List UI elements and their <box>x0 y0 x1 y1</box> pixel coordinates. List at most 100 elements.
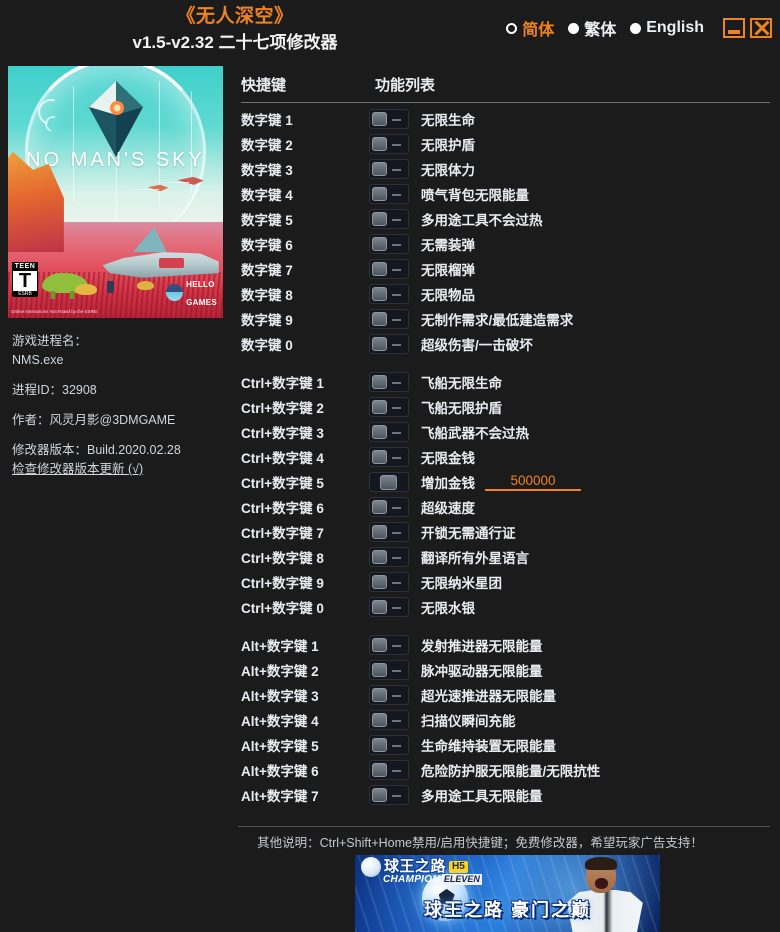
toggle-knob-icon <box>372 424 387 439</box>
ad-logo-ball-icon <box>361 857 381 877</box>
cheat-toggle[interactable] <box>369 233 409 254</box>
radio-icon-english[interactable] <box>630 22 642 34</box>
hotkey-label: Alt+数字键 4 <box>241 713 319 729</box>
cheat-value-input[interactable] <box>485 472 581 491</box>
cheat-row: 数字键 9 无制作需求/最低建造需求 <box>241 306 770 331</box>
language-option-english[interactable]: English <box>630 19 704 37</box>
cheat-toggle[interactable] <box>369 283 409 304</box>
toggle-dash-icon <box>392 381 401 384</box>
process-id: 进程ID：32908 <box>12 383 97 397</box>
diamond-glyph <box>88 81 143 158</box>
cheat-toggle[interactable] <box>369 158 409 179</box>
cheat-toggle[interactable] <box>369 371 409 392</box>
minimize-icon[interactable] <box>723 18 745 38</box>
footer-note: 其他说明：Ctrl+Shift+Home禁用/启用快捷键；免费修改器，希望玩家广… <box>257 836 703 850</box>
cheat-toggle[interactable] <box>369 784 409 805</box>
toggle-dash-icon <box>392 556 401 559</box>
cheat-label: 无限金钱 <box>421 450 475 466</box>
hotkey-label: Ctrl+数字键 9 <box>241 575 324 591</box>
toggle-knob-icon <box>372 637 387 652</box>
trainer-version: 修改器版本：Build.2020.02.28 <box>12 443 181 457</box>
cheat-toggle[interactable] <box>369 258 409 279</box>
toggle-dash-icon <box>392 268 401 271</box>
toggle-dash-icon <box>392 456 401 459</box>
toggle-dash-icon <box>392 243 401 246</box>
hotkey-label: 数字键 4 <box>241 187 293 203</box>
check-update-link[interactable]: 检查修改器版本更新 (√) <box>12 460 235 479</box>
ad-subtitle-champion: CHAMPION <box>383 874 440 885</box>
language-option-simplified[interactable]: 简体 <box>506 16 554 40</box>
hotkey-label: 数字键 8 <box>241 287 293 303</box>
hotkey-label: 数字键 2 <box>241 137 293 153</box>
ad-subtitle: CHAMPION ELEVEN <box>383 874 482 885</box>
process-name-label: 游戏进程名： <box>12 334 88 348</box>
cheat-toggle[interactable] <box>369 684 409 705</box>
row-group-spacer <box>241 619 770 632</box>
toggle-knob-icon <box>372 161 387 176</box>
cheat-toggle[interactable] <box>369 308 409 329</box>
toggle-knob-icon <box>372 737 387 752</box>
cheat-label: 增加金钱 <box>421 475 475 491</box>
cover-streak-2 <box>130 189 159 191</box>
cheat-toggle[interactable] <box>369 596 409 617</box>
ad-logo-h5-badge: H5 <box>449 861 468 873</box>
hotkey-label: 数字键 1 <box>241 112 293 128</box>
author-line: 作者：风灵月影@3DMGAME <box>12 413 176 427</box>
cheat-label: 喷气背包无限能量 <box>421 187 529 203</box>
cheat-label: 生命维持装置无限能量 <box>421 738 556 754</box>
cheat-label: 飞船武器不会过热 <box>421 425 529 441</box>
toggle-dash-icon <box>392 769 401 772</box>
cheat-toggle[interactable] <box>369 183 409 204</box>
toggle-knob-icon <box>372 399 387 414</box>
column-header-hotkey: 快捷键 <box>241 77 287 94</box>
cheat-toggle[interactable] <box>369 421 409 442</box>
cheat-toggle[interactable] <box>369 634 409 655</box>
toggle-dash-icon <box>392 406 401 409</box>
cheat-toggle[interactable] <box>369 446 409 467</box>
cheat-toggle[interactable] <box>369 709 409 730</box>
cheat-toggle[interactable] <box>369 333 409 354</box>
toggle-dash-icon <box>392 431 401 434</box>
cheat-toggle[interactable] <box>369 759 409 780</box>
cheat-rows: 数字键 1 无限生命 数字键 2 无限护盾 数字键 3 无限体力 数字键 4 喷气背包无限能量… <box>241 103 770 807</box>
info-gap-1 <box>12 370 235 381</box>
toggle-dash-icon <box>392 506 401 509</box>
advertisement-banner[interactable]: 球王之路 H5 CHAMPION ELEVEN 球王之路 豪门之巅 <box>355 855 660 932</box>
hello-games-orb-icon <box>166 283 184 301</box>
cheat-row: Ctrl+数字键 1 飞船无限生命 <box>241 369 770 394</box>
cheat-row: 数字键 5 多用途工具不会过热 <box>241 206 770 231</box>
cheat-toggle[interactable] <box>369 571 409 592</box>
cheat-toggle[interactable] <box>369 546 409 567</box>
hotkey-label: Alt+数字键 3 <box>241 688 319 704</box>
cheat-row: 数字键 1 无限生命 <box>241 106 770 131</box>
cheat-label: 无制作需求/最低建造需求 <box>421 312 574 328</box>
cheat-toggle[interactable] <box>369 496 409 517</box>
cheat-label: 无限护盾 <box>421 137 475 153</box>
toggle-dash-icon <box>392 118 401 121</box>
cheat-row: Alt+数字键 4 扫描仪瞬间充能 <box>241 707 770 732</box>
cheat-toggle[interactable] <box>369 396 409 417</box>
toggle-knob-icon <box>372 524 387 539</box>
cheat-toggle[interactable] <box>369 521 409 542</box>
cheat-toggle[interactable] <box>369 734 409 755</box>
cover-explorer <box>106 273 114 298</box>
cheat-toggle[interactable] <box>369 108 409 129</box>
cheat-toggle[interactable] <box>369 471 409 492</box>
radio-icon-traditional[interactable] <box>568 22 580 34</box>
hotkey-label: Ctrl+数字键 4 <box>241 450 324 466</box>
close-icon[interactable] <box>750 18 772 38</box>
cheat-row: Alt+数字键 5 生命维持装置无限能量 <box>241 732 770 757</box>
toggle-knob-icon <box>372 311 387 326</box>
radio-icon-simplified[interactable] <box>506 22 518 34</box>
toggle-knob-icon <box>372 662 387 677</box>
language-label-traditional: 繁体 <box>584 22 617 39</box>
cheat-toggle[interactable] <box>369 659 409 680</box>
cheat-label: 开锁无需通行证 <box>421 525 516 541</box>
cheat-toggle[interactable] <box>369 208 409 229</box>
cheat-label: 翻译所有外星语言 <box>421 550 529 566</box>
toggle-dash-icon <box>392 719 401 722</box>
cheat-toggle[interactable] <box>369 133 409 154</box>
language-option-traditional[interactable]: 繁体 <box>568 16 616 40</box>
cheat-label: 危险防护服无限能量/无限抗性 <box>421 763 601 779</box>
cheat-row: 数字键 8 无限物品 <box>241 281 770 306</box>
